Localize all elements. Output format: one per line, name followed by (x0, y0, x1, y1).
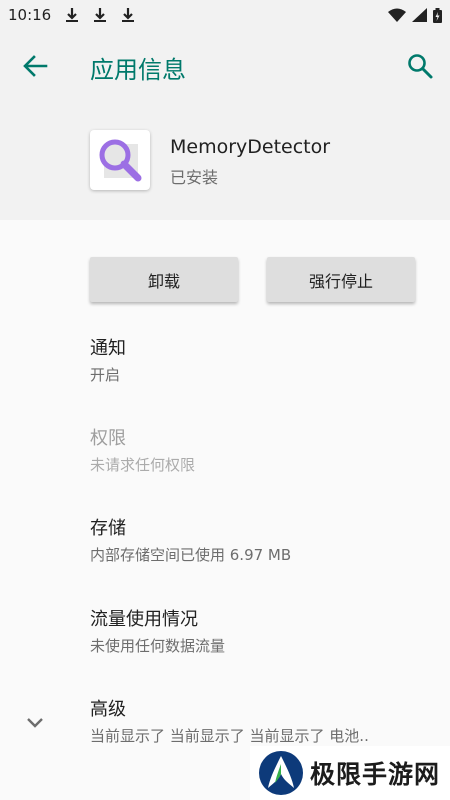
pref-title: 通知 (90, 338, 126, 359)
download-icon (121, 7, 135, 23)
app-header: MemoryDetector 已安装 (0, 102, 450, 220)
app-install-status: 已安装 (170, 168, 219, 187)
pref-summary: 未使用任何数据流量 (90, 637, 226, 655)
watermark-logo-icon (259, 751, 303, 795)
uninstall-button[interactable]: 卸载 (90, 257, 238, 302)
download-icon (93, 7, 107, 23)
app-name: MemoryDetector (170, 136, 331, 158)
pref-permissions: 权限 未请求任何权限 (90, 427, 430, 476)
pref-title: 流量使用情况 (90, 609, 198, 630)
force-stop-button[interactable]: 强行停止 (267, 257, 415, 302)
magnifier-icon (99, 139, 142, 182)
watermark-text: 极限手游网 (310, 760, 441, 789)
chevron-down-icon[interactable] (24, 713, 46, 733)
status-bar: 10:16 (0, 0, 450, 30)
pref-advanced[interactable]: 高级 当前显示了 当前显示了 当前显示了 电池.. (90, 698, 430, 747)
status-time: 10:16 (8, 6, 52, 24)
app-bar: 应用信息 (0, 30, 450, 102)
pref-summary: 开启 (90, 366, 121, 384)
signal-icon (412, 8, 427, 22)
pref-title: 高级 (90, 699, 126, 720)
pref-notifications[interactable]: 通知 开启 (90, 337, 430, 386)
status-icons (388, 7, 442, 23)
wifi-icon (388, 8, 406, 22)
battery-icon (433, 7, 442, 23)
pref-title: 存储 (90, 518, 126, 539)
app-icon (90, 130, 150, 190)
back-arrow-icon[interactable] (22, 54, 48, 78)
search-icon[interactable] (406, 52, 434, 80)
pref-summary: 内部存储空间已使用 6.97 MB (90, 546, 292, 564)
pref-summary: 未请求任何权限 (90, 456, 196, 474)
pref-title: 权限 (90, 428, 126, 449)
page-title: 应用信息 (90, 56, 186, 84)
watermark: 极限手游网 (250, 746, 450, 800)
pref-data-usage[interactable]: 流量使用情况 未使用任何数据流量 (90, 608, 430, 657)
pref-storage[interactable]: 存储 内部存储空间已使用 6.97 MB (90, 517, 430, 566)
download-icon (65, 7, 79, 23)
pref-summary: 当前显示了 当前显示了 当前显示了 电池.. (90, 727, 369, 745)
